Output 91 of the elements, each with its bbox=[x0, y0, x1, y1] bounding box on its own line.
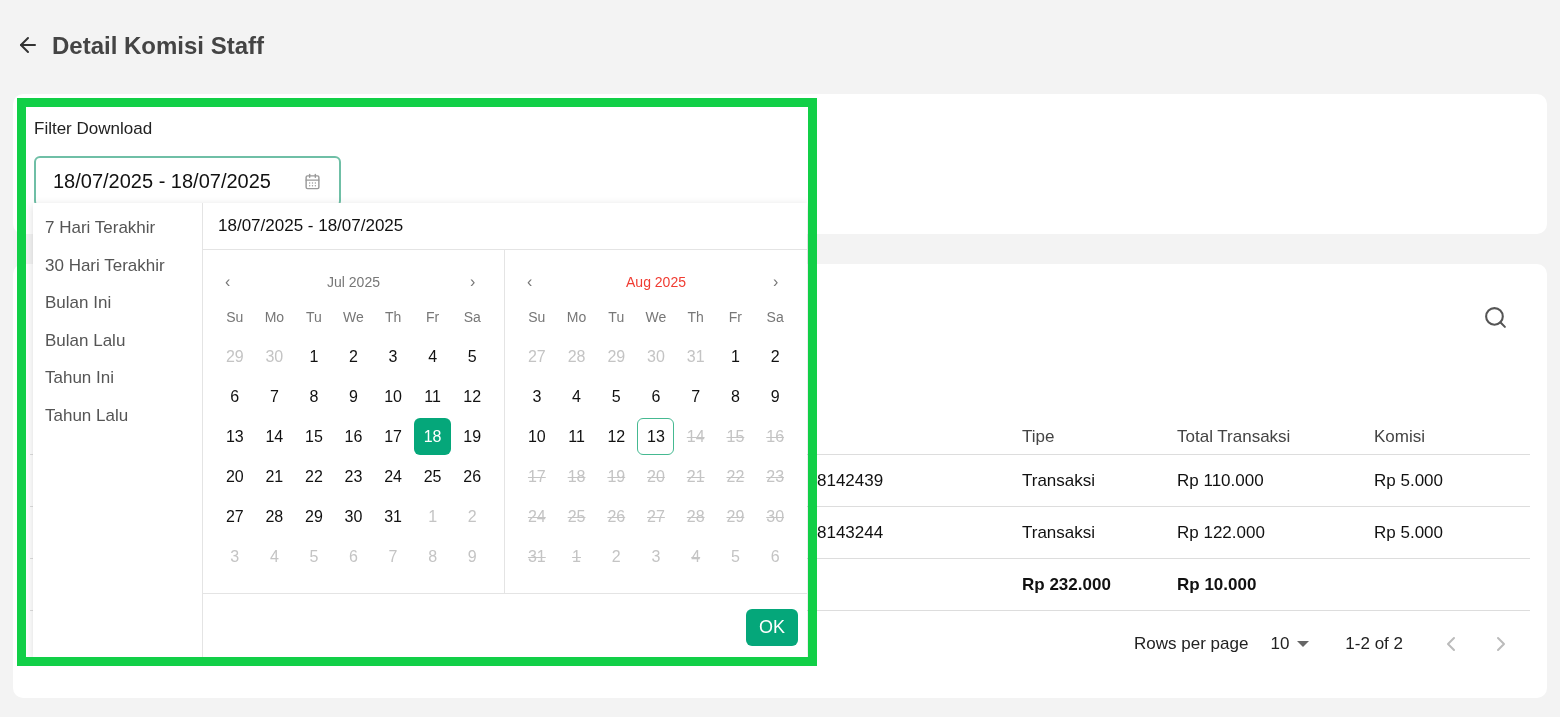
column-header: Tipe bbox=[1022, 426, 1055, 449]
table-cell-text: Transaksi bbox=[1022, 521, 1096, 544]
month-title: Aug 2025 bbox=[626, 272, 686, 292]
calendar-day[interactable]: 11 bbox=[558, 418, 596, 455]
calendar-day[interactable]: 5 bbox=[453, 338, 491, 375]
filter-label: Filter Download bbox=[34, 118, 154, 140]
calendar-day[interactable]: 27 bbox=[216, 498, 254, 535]
calendar-day[interactable]: 23 bbox=[335, 458, 372, 495]
weekday-label: Tu bbox=[305, 307, 323, 327]
calendar-day[interactable]: 8 bbox=[295, 378, 333, 415]
calendar-day[interactable]: 6 bbox=[637, 378, 675, 415]
preset-option[interactable]: Tahun Lalu bbox=[33, 396, 202, 434]
calendar-day[interactable]: 12 bbox=[453, 378, 491, 415]
weekday-label: Sa bbox=[765, 307, 785, 327]
page-title: Detail Komisi Staff bbox=[52, 31, 265, 61]
table-cell-text: Rp 110.000 bbox=[1177, 469, 1264, 492]
weekday-label: Mo bbox=[565, 307, 588, 327]
total-cell-text: Rp 232.000 bbox=[1022, 573, 1111, 596]
selected-range-text: 18/07/2025 - 18/07/2025 bbox=[218, 215, 404, 238]
calendar-day[interactable]: 7 bbox=[255, 378, 293, 415]
calendar-day[interactable]: 9 bbox=[335, 378, 372, 415]
previous-month-button[interactable]: ‹ bbox=[527, 270, 539, 294]
table-cell-text: Transaksi bbox=[1022, 469, 1096, 492]
preset-option[interactable]: Bulan Lalu bbox=[33, 321, 202, 359]
next-month-button[interactable]: › bbox=[773, 270, 785, 294]
column-header: Komisi bbox=[1374, 426, 1425, 449]
column-header: Total Transaksi bbox=[1177, 426, 1291, 449]
weekday-label: Sa bbox=[462, 307, 482, 327]
calendar-day[interactable]: 29 bbox=[295, 498, 333, 535]
weekday-label: Th bbox=[686, 307, 705, 327]
calendar-day[interactable]: 10 bbox=[518, 418, 556, 455]
preset-option[interactable]: Bulan Ini bbox=[33, 284, 202, 322]
preset-option[interactable]: 7 Hari Terakhir bbox=[33, 209, 202, 247]
calendar-day[interactable]: 30 bbox=[335, 498, 372, 535]
calendar-day[interactable]: 19 bbox=[453, 418, 491, 455]
weekday-label: Fr bbox=[727, 307, 744, 327]
calendar-day[interactable]: 13 bbox=[637, 418, 675, 455]
calendar-day[interactable]: 3 bbox=[374, 338, 412, 375]
previous-month-button[interactable]: ‹ bbox=[225, 270, 237, 294]
calendar-day[interactable]: 15 bbox=[295, 418, 333, 455]
calendar-day[interactable]: 13 bbox=[216, 418, 254, 455]
calendar-day[interactable]: 12 bbox=[597, 418, 635, 455]
calendar-day[interactable]: 17 bbox=[374, 418, 412, 455]
calendar-day[interactable]: 2 bbox=[756, 338, 794, 375]
total-cell-text: Rp 10.000 bbox=[1177, 573, 1257, 596]
calendar-day[interactable]: 24 bbox=[374, 458, 412, 495]
rows-per-page-select[interactable]: 10 bbox=[1270, 631, 1310, 657]
calendar-day[interactable]: 10 bbox=[374, 378, 412, 415]
next-month-button[interactable]: › bbox=[470, 270, 482, 294]
calendar-day[interactable]: 4 bbox=[558, 378, 596, 415]
calendar-day[interactable]: 4 bbox=[414, 338, 452, 375]
calendar-day[interactable]: 26 bbox=[453, 458, 491, 495]
preset-option[interactable]: 30 Hari Terakhir bbox=[33, 246, 202, 284]
calendar-day[interactable]: 31 bbox=[374, 498, 412, 535]
calendar-day[interactable]: 7 bbox=[677, 378, 715, 415]
calendar-day[interactable]: 3 bbox=[518, 378, 556, 415]
calendar-day[interactable]: 14 bbox=[255, 418, 293, 455]
table-cell-text: 8142439 bbox=[817, 469, 884, 492]
calendar-day[interactable]: 8 bbox=[716, 378, 754, 415]
calendar-day[interactable]: 1 bbox=[716, 338, 754, 375]
calendar-icon bbox=[304, 172, 321, 190]
calendar-day[interactable]: 22 bbox=[295, 458, 333, 495]
table-cell-text: Rp 122.000 bbox=[1177, 521, 1265, 544]
calendar-day[interactable]: 21 bbox=[255, 458, 293, 495]
calendar-day[interactable]: 5 bbox=[597, 378, 635, 415]
weekday-label: We bbox=[644, 307, 668, 327]
weekday-label: We bbox=[342, 307, 365, 327]
calendar-day[interactable]: 20 bbox=[216, 458, 254, 495]
weekday-label: Fr bbox=[425, 307, 441, 327]
calendar-day[interactable]: 28 bbox=[255, 498, 293, 535]
weekday-label: Tu bbox=[607, 307, 626, 327]
dropdown-caret-icon bbox=[1297, 640, 1310, 648]
search-icon[interactable] bbox=[1483, 305, 1508, 330]
calendar-day[interactable]: 6 bbox=[216, 378, 254, 415]
calendar-day[interactable]: 2 bbox=[335, 338, 372, 375]
calendar-day[interactable]: 9 bbox=[756, 378, 794, 415]
table-cell-text: Rp 5.000 bbox=[1374, 521, 1443, 544]
calendar-day[interactable]: 16 bbox=[335, 418, 372, 455]
preset-option[interactable]: Tahun Ini bbox=[33, 359, 202, 397]
table-cell-text: Rp 5.000 bbox=[1374, 469, 1443, 492]
weekday-label: Mo bbox=[263, 307, 286, 327]
calendar-day[interactable]: 25 bbox=[414, 458, 452, 495]
calendar-day[interactable]: 11 bbox=[414, 378, 452, 415]
weekday-label: Su bbox=[527, 307, 547, 327]
month-title: Jul 2025 bbox=[327, 272, 380, 292]
weekday-label: Su bbox=[225, 307, 245, 327]
weekday-label: Th bbox=[383, 307, 403, 327]
page-range: 1-2 of 2 bbox=[1345, 633, 1403, 656]
table-cell-text: 8143244 bbox=[817, 521, 884, 544]
calendar-day[interactable]: 1 bbox=[295, 338, 333, 375]
rows-per-page-label: Rows per page bbox=[1134, 633, 1249, 656]
